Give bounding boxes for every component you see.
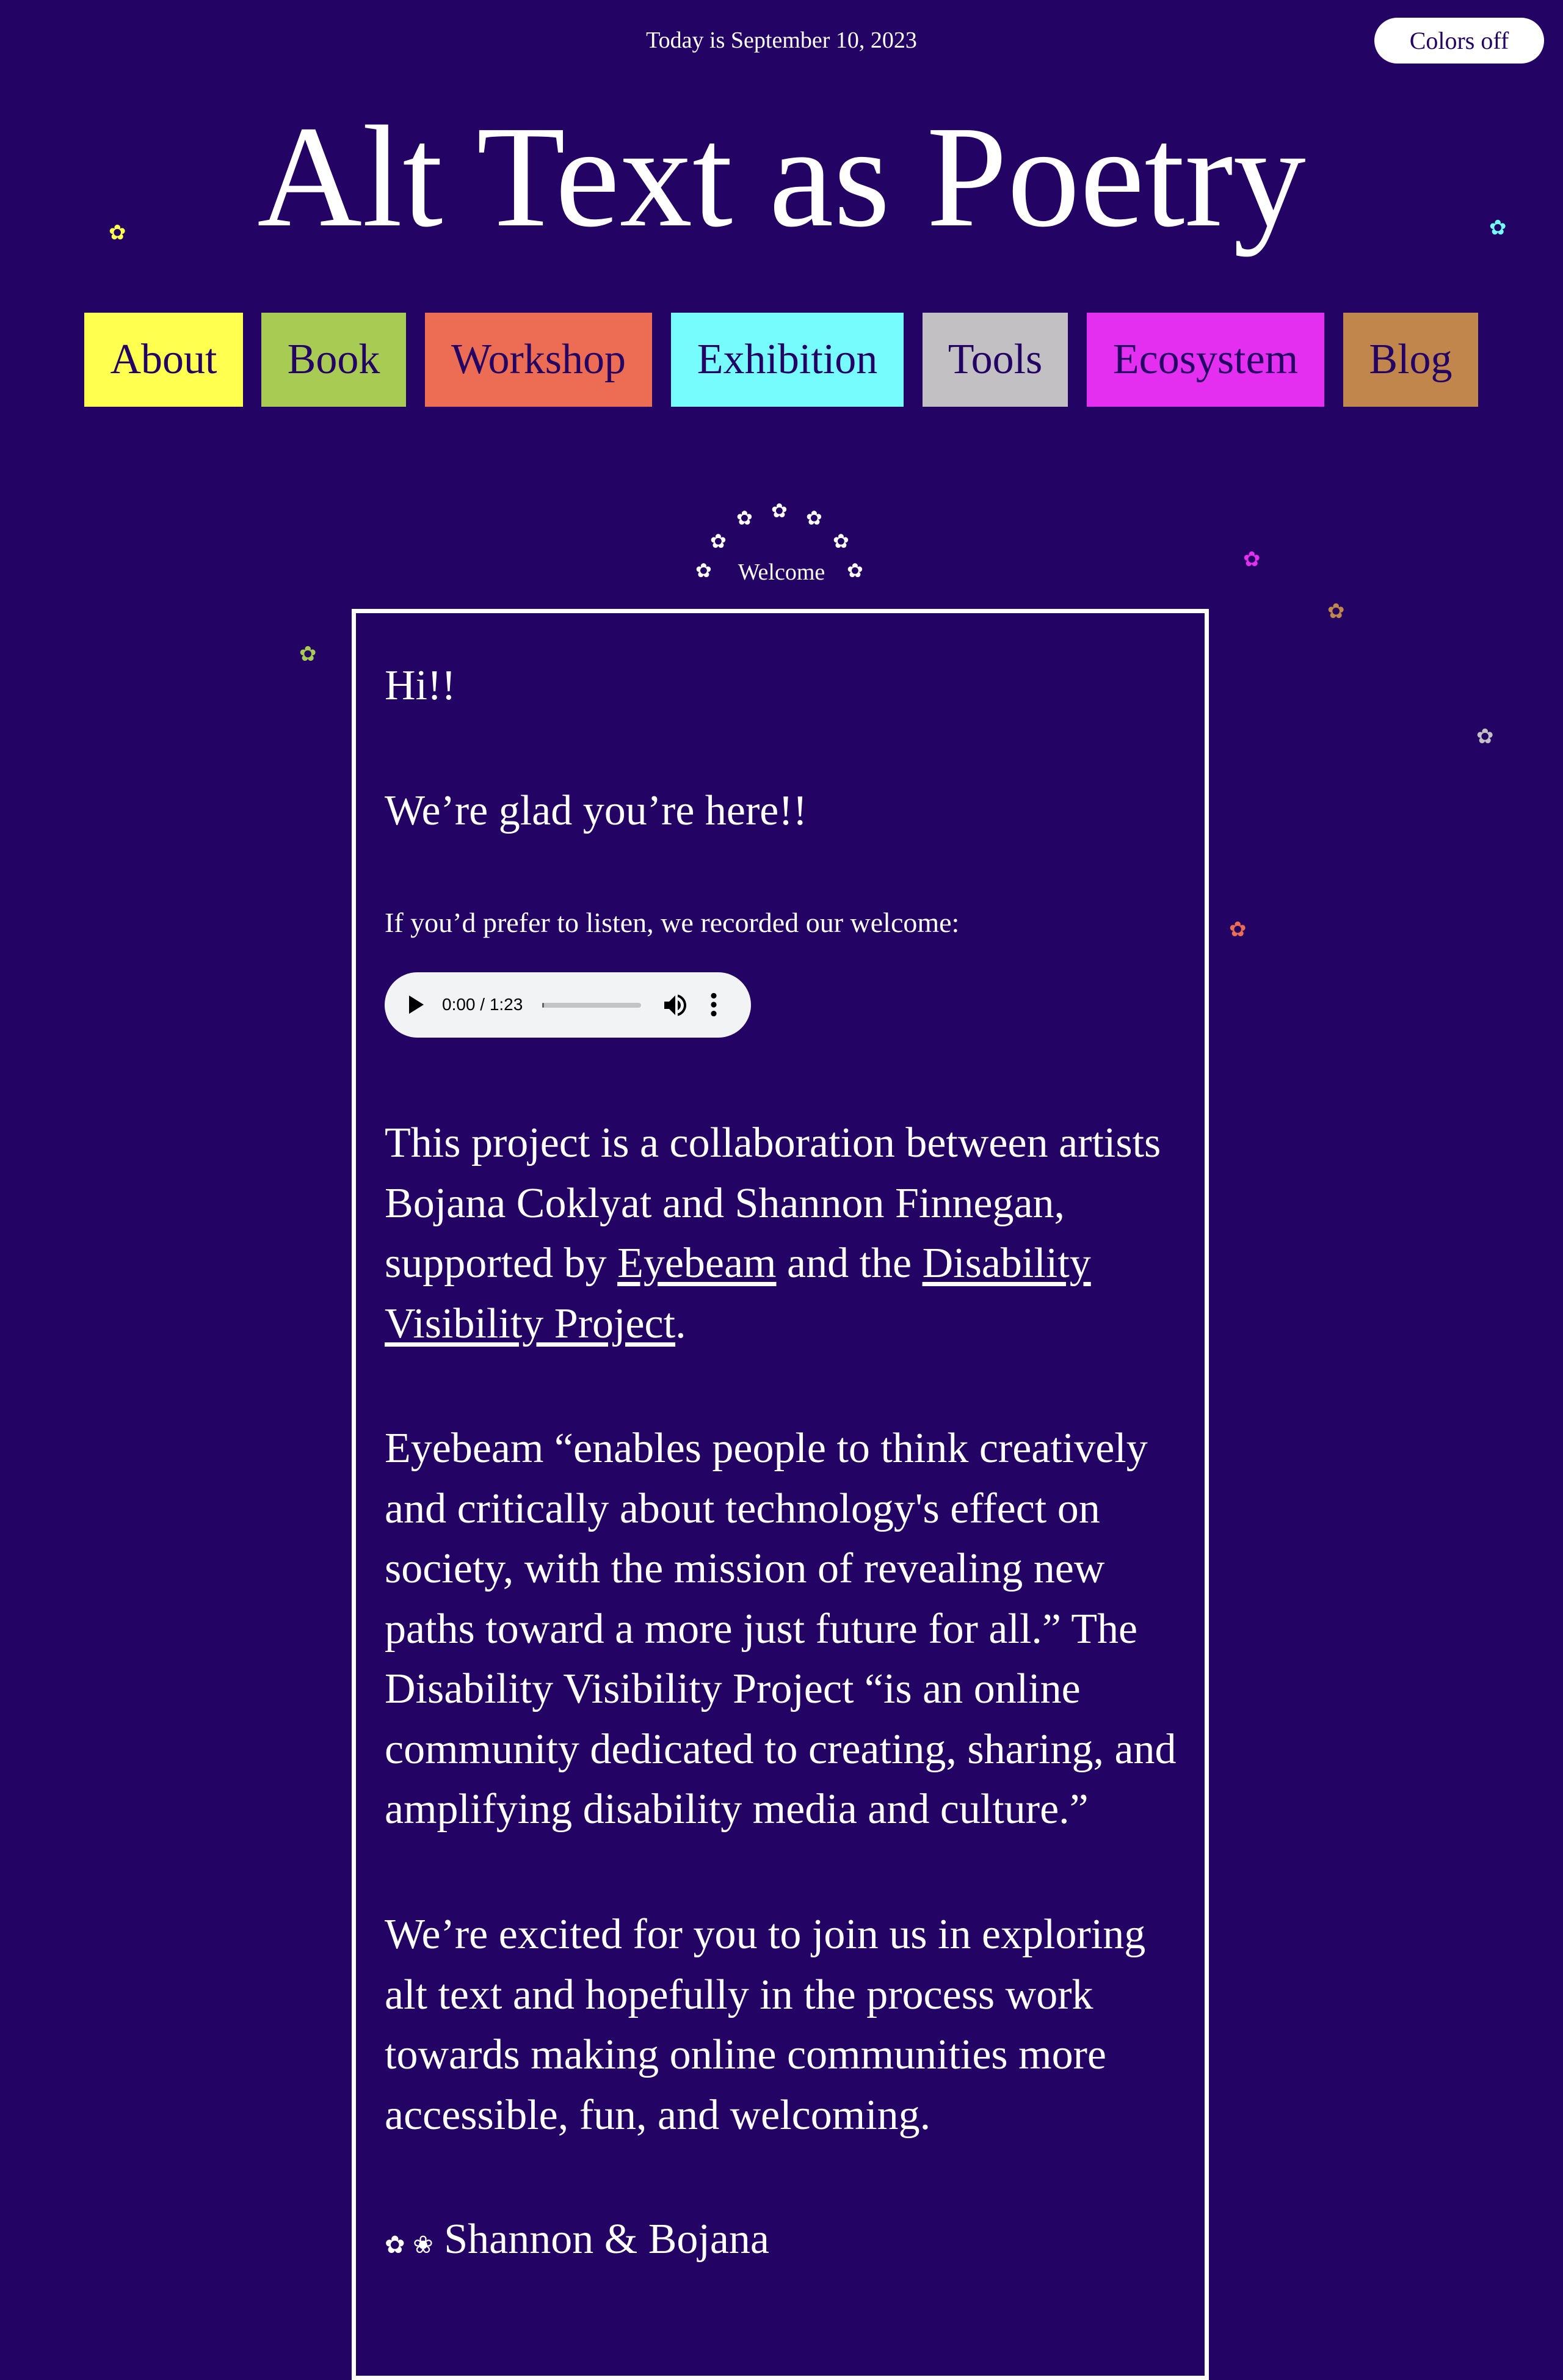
date-text: Today is September 10, 2023	[646, 27, 917, 53]
nav-item-ecosystem[interactable]: Ecosystem	[1087, 313, 1324, 407]
volume-icon[interactable]	[661, 991, 690, 1020]
nav-item-about[interactable]: About	[84, 313, 243, 407]
nav-item-blog[interactable]: Blog	[1343, 313, 1478, 407]
flower-icon-arc-3: ✿	[736, 506, 753, 529]
flower-icon-cyan: ✿	[1489, 216, 1507, 240]
flower-icon-signoff: ✿ ❀	[385, 2231, 433, 2259]
play-icon[interactable]	[409, 995, 424, 1014]
nav-item-workshop[interactable]: Workshop	[425, 313, 652, 407]
audio-time-display: 0:00 / 1:23	[442, 995, 523, 1014]
audio-player: 0:00 / 1:23	[385, 972, 751, 1038]
nav-item-book[interactable]: Book	[261, 313, 406, 407]
site-title: Alt Text as Poetry	[257, 96, 1306, 257]
flower-icon-green: ✿	[299, 642, 317, 666]
flower-icon-arc-6: ✿	[833, 529, 849, 553]
flower-icon-gray: ✿	[1476, 724, 1494, 749]
audio-progress-slider[interactable]	[542, 1003, 641, 1008]
signoff-names: Shannon & Bojana	[444, 2216, 769, 2263]
quote-paragraph: Eyebeam “enables people to think creativ…	[385, 1425, 1177, 1833]
colors-off-button[interactable]: Colors off	[1374, 18, 1544, 64]
collab-text-middle: and the	[776, 1240, 923, 1287]
signoff: ✿ ❀ Shannon & Bojana	[385, 2210, 1184, 2276]
flower-icon-coral: ✿	[1229, 917, 1247, 942]
flower-icon-brown: ✿	[1327, 599, 1345, 624]
audio-progress-fill	[542, 1003, 545, 1008]
flower-icon-yellow: ✿	[109, 220, 126, 245]
listen-prompt: If you’d prefer to listen, we recorded o…	[385, 907, 960, 938]
flower-icon-magenta: ✿	[1243, 547, 1261, 572]
nav-item-tools[interactable]: Tools	[923, 313, 1068, 407]
collab-text-after: .	[675, 1300, 686, 1347]
collab-paragraph: This project is a collaboration between …	[385, 1113, 1184, 1354]
greeting-text: Hi!!	[385, 662, 456, 709]
eyebeam-link[interactable]: Eyebeam	[617, 1240, 776, 1287]
flower-icon-arc-2: ✿	[710, 529, 727, 553]
nav-item-exhibition[interactable]: Exhibition	[671, 313, 904, 407]
welcome-label: Welcome	[738, 559, 825, 585]
excited-paragraph: We’re excited for you to join us in expl…	[385, 1911, 1146, 2139]
flower-icon-arc-5: ✿	[806, 506, 822, 529]
flower-icon-arc-4: ✿	[771, 499, 788, 522]
glad-text: We’re glad you’re here!!	[385, 787, 808, 834]
more-options-icon[interactable]	[705, 989, 723, 1020]
